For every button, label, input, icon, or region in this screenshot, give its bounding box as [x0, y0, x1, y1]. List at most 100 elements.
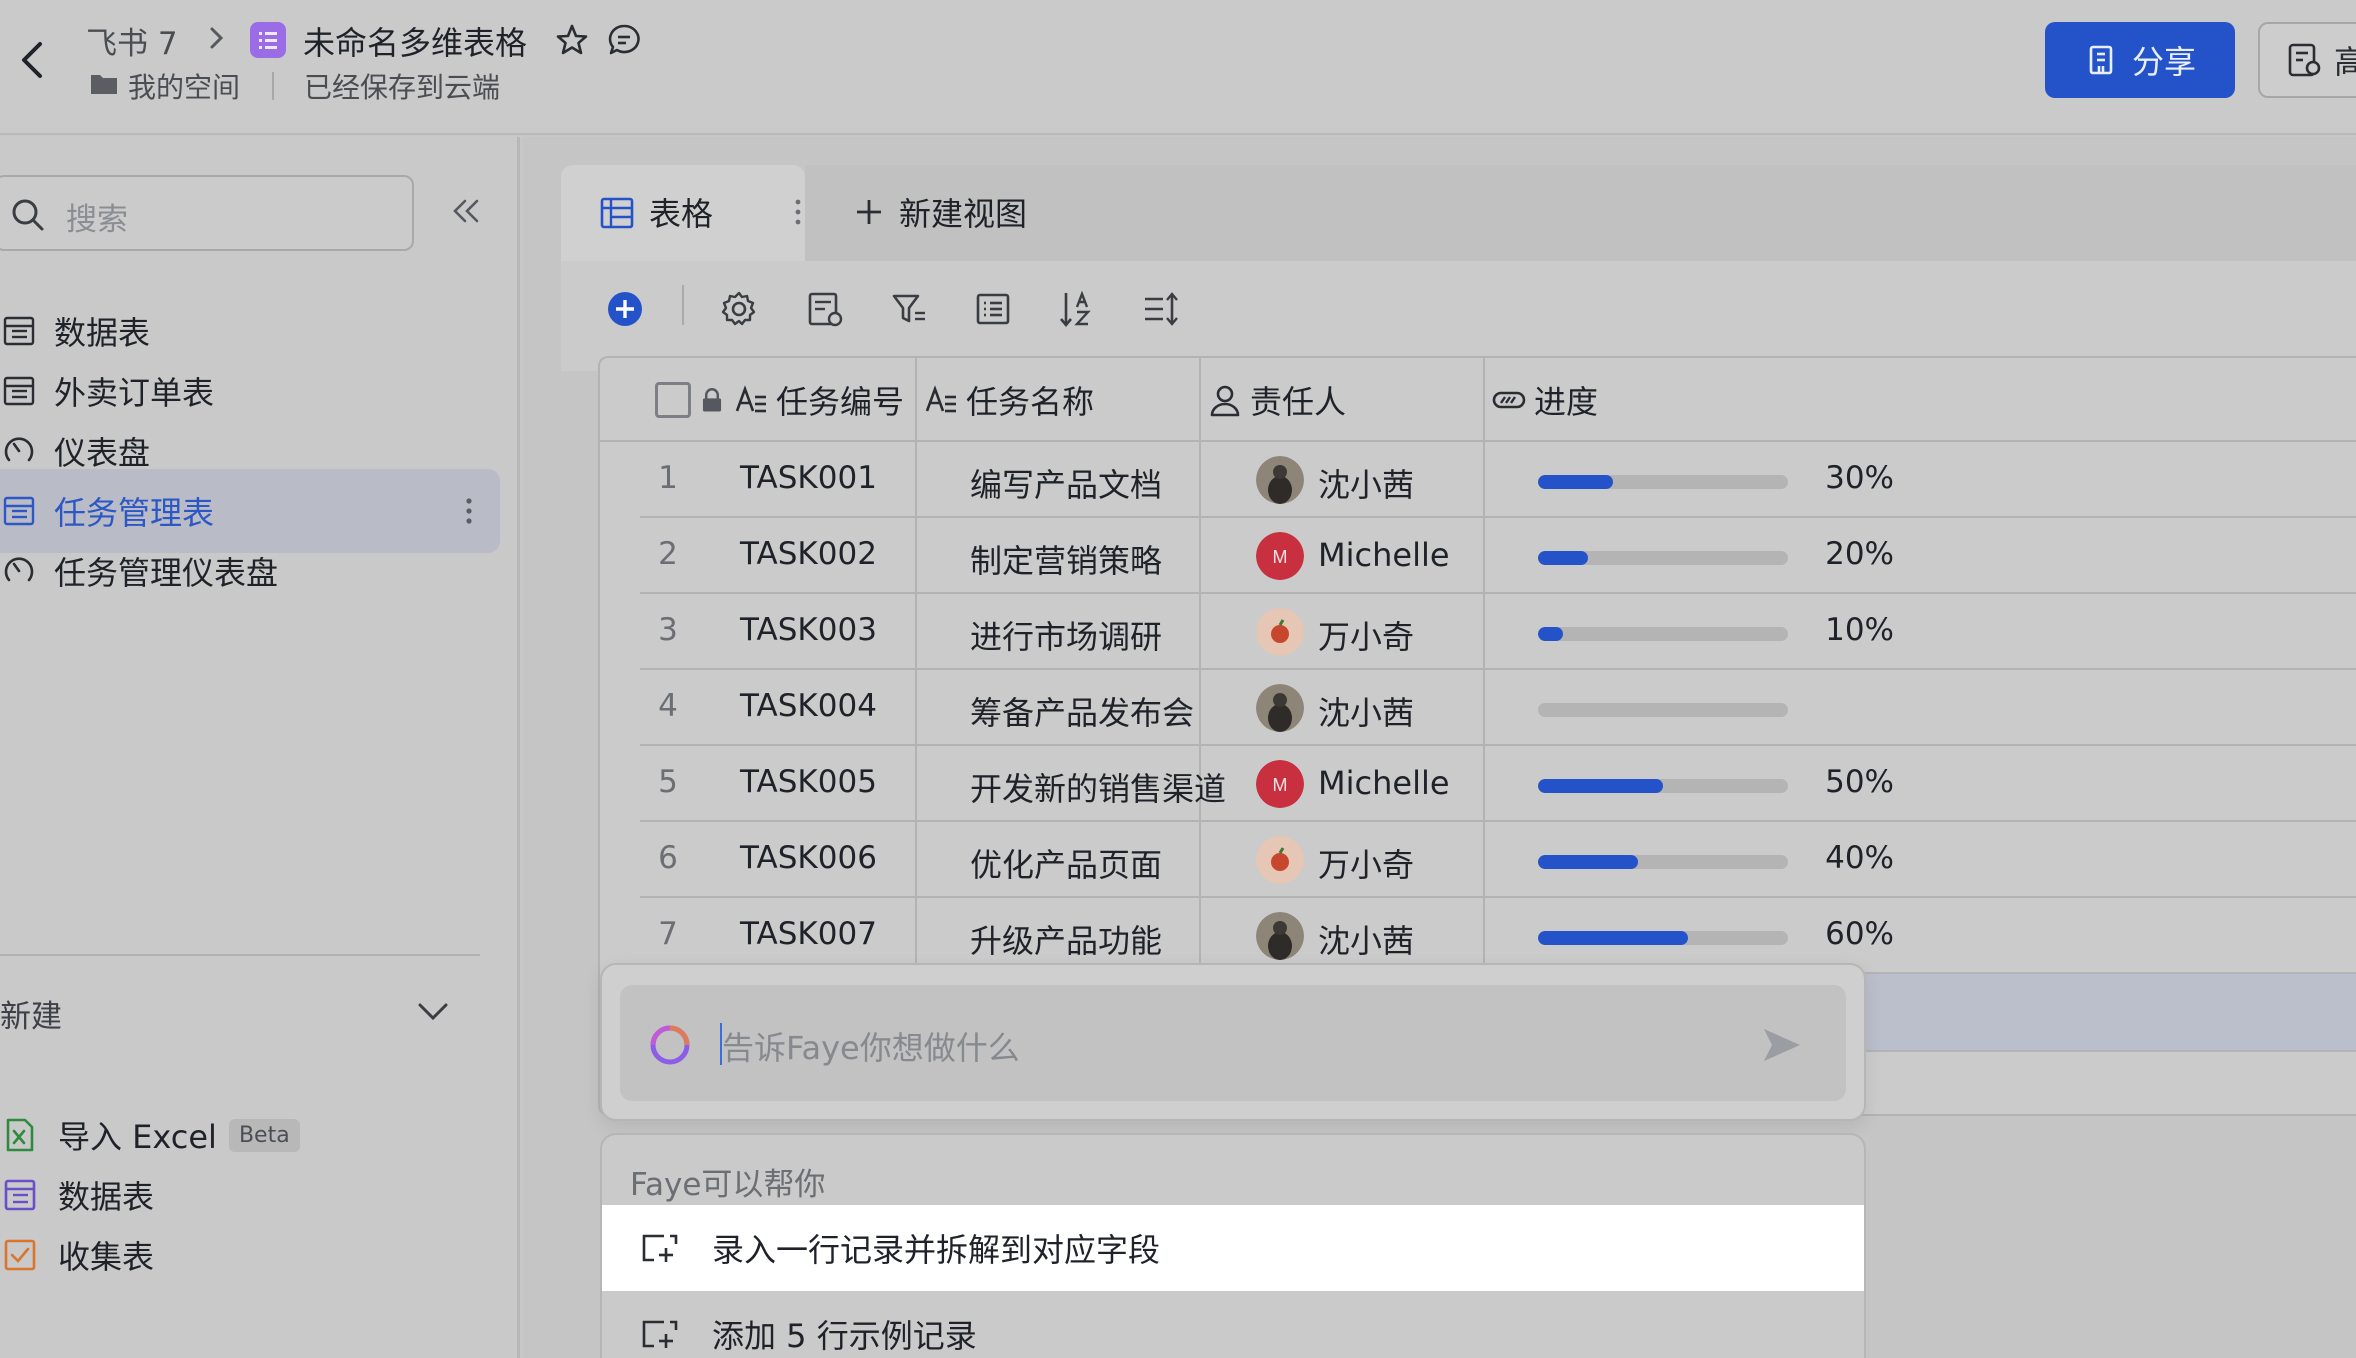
owner-cell[interactable]: 万小奇 [1318, 612, 1414, 658]
progress-bar [1538, 779, 1788, 793]
building-icon [2089, 45, 2113, 75]
text-field-icon [735, 385, 766, 413]
row-number: 2 [658, 536, 678, 572]
task-id-cell[interactable]: TASK003 [740, 612, 877, 648]
ai-prompt-placeholder: 告诉Faye你想做什么 [722, 1029, 1020, 1067]
row-height-icon[interactable] [1141, 289, 1181, 329]
collapse-sidebar-icon[interactable] [450, 193, 482, 229]
task-id-cell[interactable]: TASK006 [740, 840, 877, 876]
progress-fill [1538, 931, 1688, 945]
filter-icon[interactable] [889, 289, 929, 329]
column-header-label: 任务编号 [776, 383, 905, 421]
column-header-task-name[interactable]: 任务名称 [924, 358, 1094, 442]
select-all-checkbox[interactable] [655, 382, 691, 418]
task-name-cell[interactable]: 升级产品功能 [970, 916, 1162, 962]
more-vertical-icon[interactable] [793, 195, 803, 229]
progress-fill [1538, 475, 1613, 489]
avatar [1256, 608, 1304, 656]
progress-fill [1538, 779, 1663, 793]
column-header-label: 责任人 [1250, 383, 1347, 421]
advanced-button[interactable]: 高 [2258, 22, 2356, 98]
beta-badge: Beta [228, 1118, 300, 1152]
dashboard-icon [4, 437, 34, 462]
new-view-button[interactable]: 新建视图 [853, 189, 1027, 235]
send-icon[interactable] [1760, 1025, 1802, 1065]
task-name-cell[interactable]: 制定营销策略 [970, 536, 1162, 582]
task-name-cell[interactable]: 优化产品页面 [970, 840, 1162, 886]
owner-cell[interactable]: Michelle [1318, 536, 1450, 574]
task-name-cell[interactable]: 编写产品文档 [970, 460, 1162, 506]
add-row-icon [642, 1234, 678, 1262]
back-arrow-icon[interactable] [12, 38, 52, 82]
comment-icon[interactable] [606, 22, 642, 58]
task-id-cell[interactable]: TASK007 [740, 916, 877, 952]
suggestions-title: Faye可以帮你 [630, 1167, 826, 1203]
star-icon[interactable] [554, 22, 590, 58]
table-icon [3, 496, 35, 526]
breadcrumb-parent[interactable]: 飞书 7 [86, 18, 178, 63]
column-header-task-id[interactable]: 任务编号 [698, 358, 904, 442]
row-number: 1 [658, 460, 678, 496]
table-row[interactable]: 6 TASK006 优化产品页面 万小奇 40% [640, 822, 2356, 898]
task-name-cell[interactable]: 筹备产品发布会 [970, 688, 1194, 734]
field-settings-icon[interactable] [805, 289, 845, 329]
create-form[interactable]: 收集表 [0, 1220, 154, 1290]
suggestion-add-record-split[interactable]: 录入一行记录并拆解到对应字段 [602, 1205, 1864, 1291]
progress-fill [1538, 627, 1563, 641]
column-header-progress[interactable]: 进度 [1492, 358, 1598, 442]
tab-grid-view[interactable]: 表格 [561, 165, 805, 261]
task-name-cell[interactable]: 开发新的销售渠道 [970, 764, 1226, 810]
settings-gear-icon[interactable] [719, 289, 759, 329]
owner-cell[interactable]: 沈小茜 [1318, 916, 1414, 962]
avatar [1256, 684, 1304, 732]
owner-cell[interactable]: 沈小茜 [1318, 688, 1414, 734]
owner-cell[interactable]: 万小奇 [1318, 840, 1414, 886]
sidebar-item-label: 任务管理表 [54, 494, 215, 532]
ai-prompt-input[interactable]: 告诉Faye你想做什么 [620, 985, 1846, 1101]
task-id-cell[interactable]: TASK001 [740, 460, 877, 496]
table-row[interactable]: 5 TASK005 开发新的销售渠道 M Michelle 50% [640, 746, 2356, 822]
sidebar-item-task-dashboard[interactable]: 任务管理仪表盘 [0, 529, 500, 613]
task-name-cell[interactable]: 进行市场调研 [970, 612, 1162, 658]
owner-cell[interactable]: 沈小茜 [1318, 460, 1414, 506]
table-row[interactable]: 2 TASK002 制定营销策略 M Michelle 20% [640, 518, 2356, 594]
doc-title[interactable]: 未命名多维表格 [303, 18, 527, 64]
add-record-icon[interactable] [605, 289, 645, 329]
search-placeholder: 搜索 [66, 202, 128, 238]
suggestion-add-sample-rows[interactable]: 添加 5 行示例记录 [602, 1291, 1864, 1358]
progress-fill [1538, 551, 1588, 565]
faye-logo-icon [650, 1025, 690, 1065]
sidebar-item-label: 仪表盘 [54, 434, 151, 472]
toolbar-divider [682, 285, 684, 325]
sort-icon[interactable] [1057, 289, 1097, 329]
task-id-cell[interactable]: TASK005 [740, 764, 877, 800]
share-button[interactable]: 分享 [2045, 22, 2235, 98]
progress-bar [1538, 627, 1788, 641]
table-icon [4, 1179, 36, 1211]
task-id-cell[interactable]: TASK002 [740, 536, 877, 572]
avatar [1256, 836, 1304, 884]
task-id-cell[interactable]: TASK004 [740, 688, 877, 724]
group-icon[interactable] [973, 289, 1013, 329]
chevron-down-icon[interactable] [414, 999, 452, 1025]
column-header-owner[interactable]: 责任人 [1208, 358, 1346, 442]
table-row[interactable]: 4 TASK004 筹备产品发布会 沈小茜 [640, 670, 2356, 746]
new-section-label[interactable]: 新建 [0, 991, 62, 1036]
row-number: 7 [658, 916, 678, 952]
table-row[interactable]: 1 TASK001 编写产品文档 沈小茜 30% [640, 442, 2356, 518]
doc-location[interactable]: 我的空间 [128, 66, 240, 106]
create-item-label: 导入 Excel [58, 1118, 217, 1156]
table-row[interactable]: 3 TASK003 进行市场调研 万小奇 10% [640, 594, 2356, 670]
grid-header-row: 任务编号 任务名称 责任人 进度 [600, 358, 2356, 442]
sidebar-search-input[interactable]: 搜索 [0, 175, 414, 251]
owner-cell[interactable]: Michelle [1318, 764, 1450, 802]
progress-value: 30% [1825, 460, 1894, 496]
more-vertical-icon[interactable] [464, 493, 474, 529]
new-view-label: 新建视图 [899, 195, 1028, 233]
sidebar: 搜索 数据表 外卖订单表 仪表盘 任务管理表 任务管理仪表盘 新建 导入 Exc… [0, 137, 520, 1358]
progress-bar [1538, 551, 1788, 565]
sidebar-item-label: 外卖订单表 [54, 374, 215, 412]
search-icon [12, 199, 44, 231]
row-number: 3 [658, 612, 678, 648]
avatar: M [1256, 532, 1304, 580]
